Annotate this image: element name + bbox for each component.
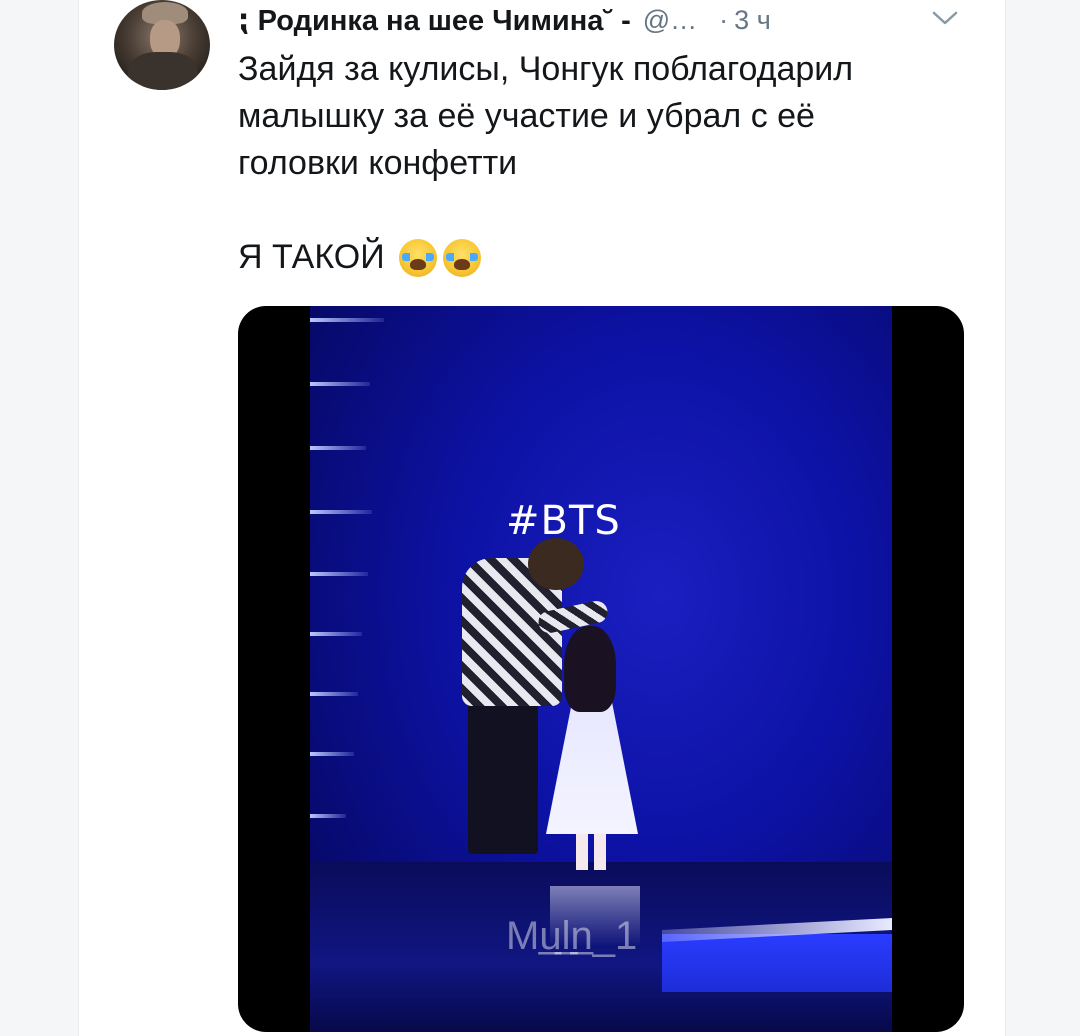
girl-head <box>564 626 616 712</box>
stage-light <box>310 382 370 386</box>
loudly-crying-face-icon <box>442 238 481 277</box>
girl-dress <box>546 694 638 834</box>
separator-dot: · <box>719 4 729 35</box>
hashtag-overlay: #BTS <box>506 498 621 544</box>
loudly-crying-face-icon <box>398 238 437 277</box>
stage-light <box>310 318 384 322</box>
avatar-coat <box>128 52 198 90</box>
tweet-text-line2: Я ТАКОЙ <box>238 234 938 281</box>
user-handle[interactable]: @… <box>643 5 697 36</box>
tweet-text-paragraph: Зайдя за кулисы, Чонгук поблагодарил мал… <box>238 50 854 182</box>
video-watermark: Mu̲l̲n̲_1 <box>506 914 638 958</box>
stage-light <box>310 446 366 450</box>
tweet-text: Зайдя за кулисы, Чонгук поблагодарил мал… <box>238 46 938 281</box>
tweet-header: ⁏ Родинка на шее Чимина˘ ‐ @… · 3 ч <box>238 0 978 40</box>
chevron-down-icon[interactable] <box>930 8 960 28</box>
stage-light <box>310 510 372 514</box>
stage-scene: #BTS Mu̲l̲n̲_1 <box>310 306 892 1032</box>
tweet-video[interactable]: #BTS Mu̲l̲n̲_1 <box>238 306 964 1032</box>
stage-light <box>310 632 362 636</box>
performer-legs <box>468 684 538 854</box>
stage-light <box>310 572 368 576</box>
stage-light <box>310 814 346 818</box>
tweet-time[interactable]: 3 ч <box>734 5 771 36</box>
stage-light <box>310 752 354 756</box>
stage-light <box>310 692 358 696</box>
performer-head <box>528 538 584 590</box>
tweet-text-reaction: Я ТАКОЙ <box>238 238 385 276</box>
display-name[interactable]: ⁏ Родинка на шее Чимина˘ ‐ <box>238 3 631 38</box>
user-avatar[interactable] <box>114 0 210 90</box>
